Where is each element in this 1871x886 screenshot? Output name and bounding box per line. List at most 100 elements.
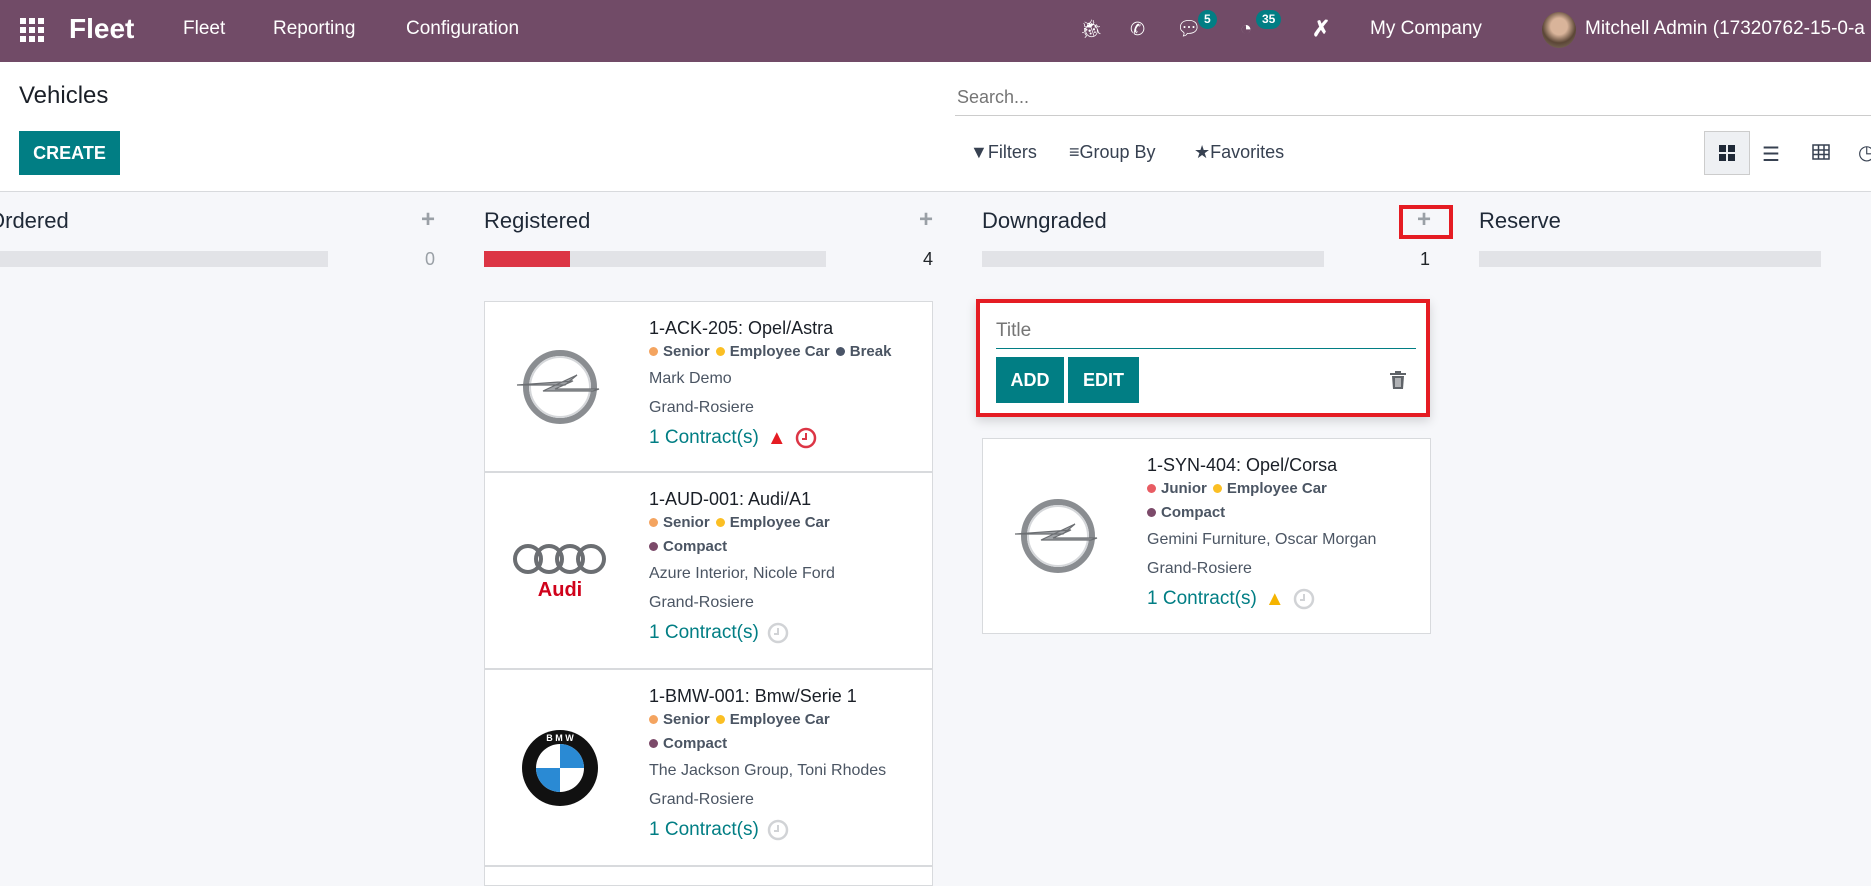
menu-reporting[interactable]: Reporting xyxy=(273,0,355,62)
warning-icon: ▲ xyxy=(766,427,787,449)
tag-color-dot xyxy=(1212,484,1222,494)
tag-label: Compact xyxy=(663,735,728,752)
tag-color-dot xyxy=(715,518,725,528)
vehicle-card[interactable]: Audi 1-AUD-001: Audi/A1 Senior Employee Car… xyxy=(484,472,933,669)
warning-icon: ▲ xyxy=(1264,588,1285,610)
tag: Compact xyxy=(649,735,727,752)
column-progress-bar[interactable] xyxy=(0,251,328,267)
apps-menu-icon[interactable] xyxy=(20,18,44,42)
column-count: 1 xyxy=(1420,249,1431,269)
tag-list: Compact xyxy=(1147,501,1424,525)
opel-logo xyxy=(1014,499,1098,573)
company-switcher[interactable]: My Company xyxy=(1370,0,1482,62)
kanban-icon xyxy=(1719,145,1735,161)
contracts-link[interactable]: 1 Contract(s) xyxy=(649,617,759,649)
tag-label: Compact xyxy=(663,538,728,555)
tag: Employee Car xyxy=(715,711,830,728)
column-progress-bar[interactable] xyxy=(1479,251,1821,267)
menu-configuration[interactable]: Configuration xyxy=(406,0,519,62)
group-by-button[interactable]: ≡Group By xyxy=(1069,142,1156,163)
search-input[interactable] xyxy=(955,80,1871,116)
phone-icon[interactable]: ✆ xyxy=(1130,0,1145,62)
activity-clock-icon[interactable] xyxy=(1293,588,1315,610)
tag-list: Senior Employee Car xyxy=(649,708,926,732)
tag: Senior xyxy=(649,514,710,531)
tag-color-dot xyxy=(649,542,658,552)
activity-clock-icon[interactable] xyxy=(767,819,789,841)
user-avatar[interactable] xyxy=(1542,12,1576,48)
add-button[interactable]: ADD xyxy=(996,357,1064,403)
menu-fleet[interactable]: Fleet xyxy=(183,0,225,62)
vehicle-location: Grand-Rosiere xyxy=(649,791,754,808)
tag-list: Compact xyxy=(649,732,926,756)
title-input[interactable] xyxy=(996,313,1416,349)
tag-color-dot xyxy=(649,347,658,357)
tools-icon[interactable]: ✗ xyxy=(1312,0,1330,62)
contracts-link[interactable]: 1 Contract(s) xyxy=(1147,583,1257,615)
group-by-label: Group By xyxy=(1079,142,1156,162)
tag: Senior xyxy=(649,711,710,728)
vehicle-logo: B M W xyxy=(505,670,615,865)
trash-icon[interactable] xyxy=(1390,371,1406,389)
messages-badge: 5 xyxy=(1198,10,1217,29)
favorites-label: Favorites xyxy=(1210,142,1285,162)
tag-label: Employee Car xyxy=(729,711,830,728)
star-icon: ★ xyxy=(1194,142,1211,162)
tag: Employee Car xyxy=(715,514,830,531)
vehicle-card[interactable]: 1-SYN-404: Opel/Corsa Junior Employee Car C… xyxy=(982,438,1431,634)
top-navbar: Fleet Fleet Reporting Configuration 🐞︎ ✆… xyxy=(0,0,1871,62)
opel-logo xyxy=(516,349,600,424)
tag-label: Employee Car xyxy=(1226,480,1327,497)
contracts-link[interactable]: 1 Contract(s) xyxy=(649,814,759,846)
vehicle-title: 1-ACK-205: Opel/Astra xyxy=(649,318,834,338)
kanban-view-button[interactable] xyxy=(1704,131,1750,175)
tag-list: Compact xyxy=(649,535,926,559)
activity-view-button[interactable]: ◷ xyxy=(1858,140,1871,165)
vehicle-card[interactable] xyxy=(484,866,933,886)
vehicle-driver: Mark Demo xyxy=(649,370,732,387)
column-progress-bar[interactable] xyxy=(484,251,826,267)
vehicle-driver: Gemini Furniture, Oscar Morgan xyxy=(1147,531,1377,548)
svg-text:Audi: Audi xyxy=(538,579,582,601)
quick-create-form: ADD EDIT xyxy=(976,299,1430,417)
filters-label: Filters xyxy=(987,142,1037,162)
column-count: 0 xyxy=(425,249,436,269)
tag-color-dot xyxy=(835,347,845,357)
column-title: Ordered xyxy=(0,208,69,233)
list-icon: ☰ xyxy=(1762,144,1780,166)
edit-button[interactable]: EDIT xyxy=(1068,357,1139,403)
vehicle-logo: Audi xyxy=(505,473,615,668)
tag-label: Employee Car xyxy=(729,343,830,360)
user-menu[interactable]: Mitchell Admin (17320762-15-0-a xyxy=(1585,0,1865,62)
favorites-button[interactable]: ★Favorites xyxy=(1194,142,1284,163)
tag-list: Junior Employee Car xyxy=(1147,477,1424,501)
filter-icon: ▼ xyxy=(970,142,988,162)
tag-color-dot xyxy=(649,518,658,528)
quick-create-plus-icon[interactable]: + xyxy=(1417,206,1431,234)
list-view-button[interactable]: ☰ xyxy=(1762,142,1780,167)
tag: Employee Car xyxy=(715,343,830,360)
contracts-link[interactable]: 1 Contract(s) xyxy=(649,422,759,454)
debug-bug-icon[interactable]: 🐞︎ xyxy=(1080,0,1103,62)
tag-label: Compact xyxy=(1161,504,1226,521)
tag-label: Senior xyxy=(663,711,710,728)
pivot-view-button[interactable] xyxy=(1812,144,1830,165)
messages-icon[interactable]: 💬︎ xyxy=(1176,0,1201,62)
create-button[interactable]: CREATE xyxy=(19,131,120,175)
vehicle-title: 1-SYN-404: Opel/Corsa xyxy=(1147,455,1338,475)
clock-icon: ◷ xyxy=(1858,142,1871,164)
vehicle-logo xyxy=(1003,439,1113,633)
tag-label: Senior xyxy=(663,343,710,360)
activity-clock-icon[interactable] xyxy=(795,427,817,449)
vehicle-card[interactable]: 1-ACK-205: Opel/Astra Senior Employee Car B… xyxy=(484,301,933,472)
activity-clock-icon[interactable] xyxy=(767,622,789,644)
filters-button[interactable]: ▼Filters xyxy=(970,142,1037,163)
tag-label: Employee Car xyxy=(729,514,830,531)
quick-create-plus-icon[interactable]: + xyxy=(919,206,933,234)
vehicle-card[interactable]: B M W 1-BMW-001: Bmw/Serie 1 Senior Employe… xyxy=(484,669,933,866)
progress-red-segment[interactable] xyxy=(484,251,570,267)
column-progress-bar[interactable] xyxy=(982,251,1324,267)
quick-create-plus-icon[interactable]: + xyxy=(421,206,435,234)
app-brand[interactable]: Fleet xyxy=(69,0,134,62)
activity-clock-icon[interactable]: ◔ xyxy=(1240,0,1252,62)
